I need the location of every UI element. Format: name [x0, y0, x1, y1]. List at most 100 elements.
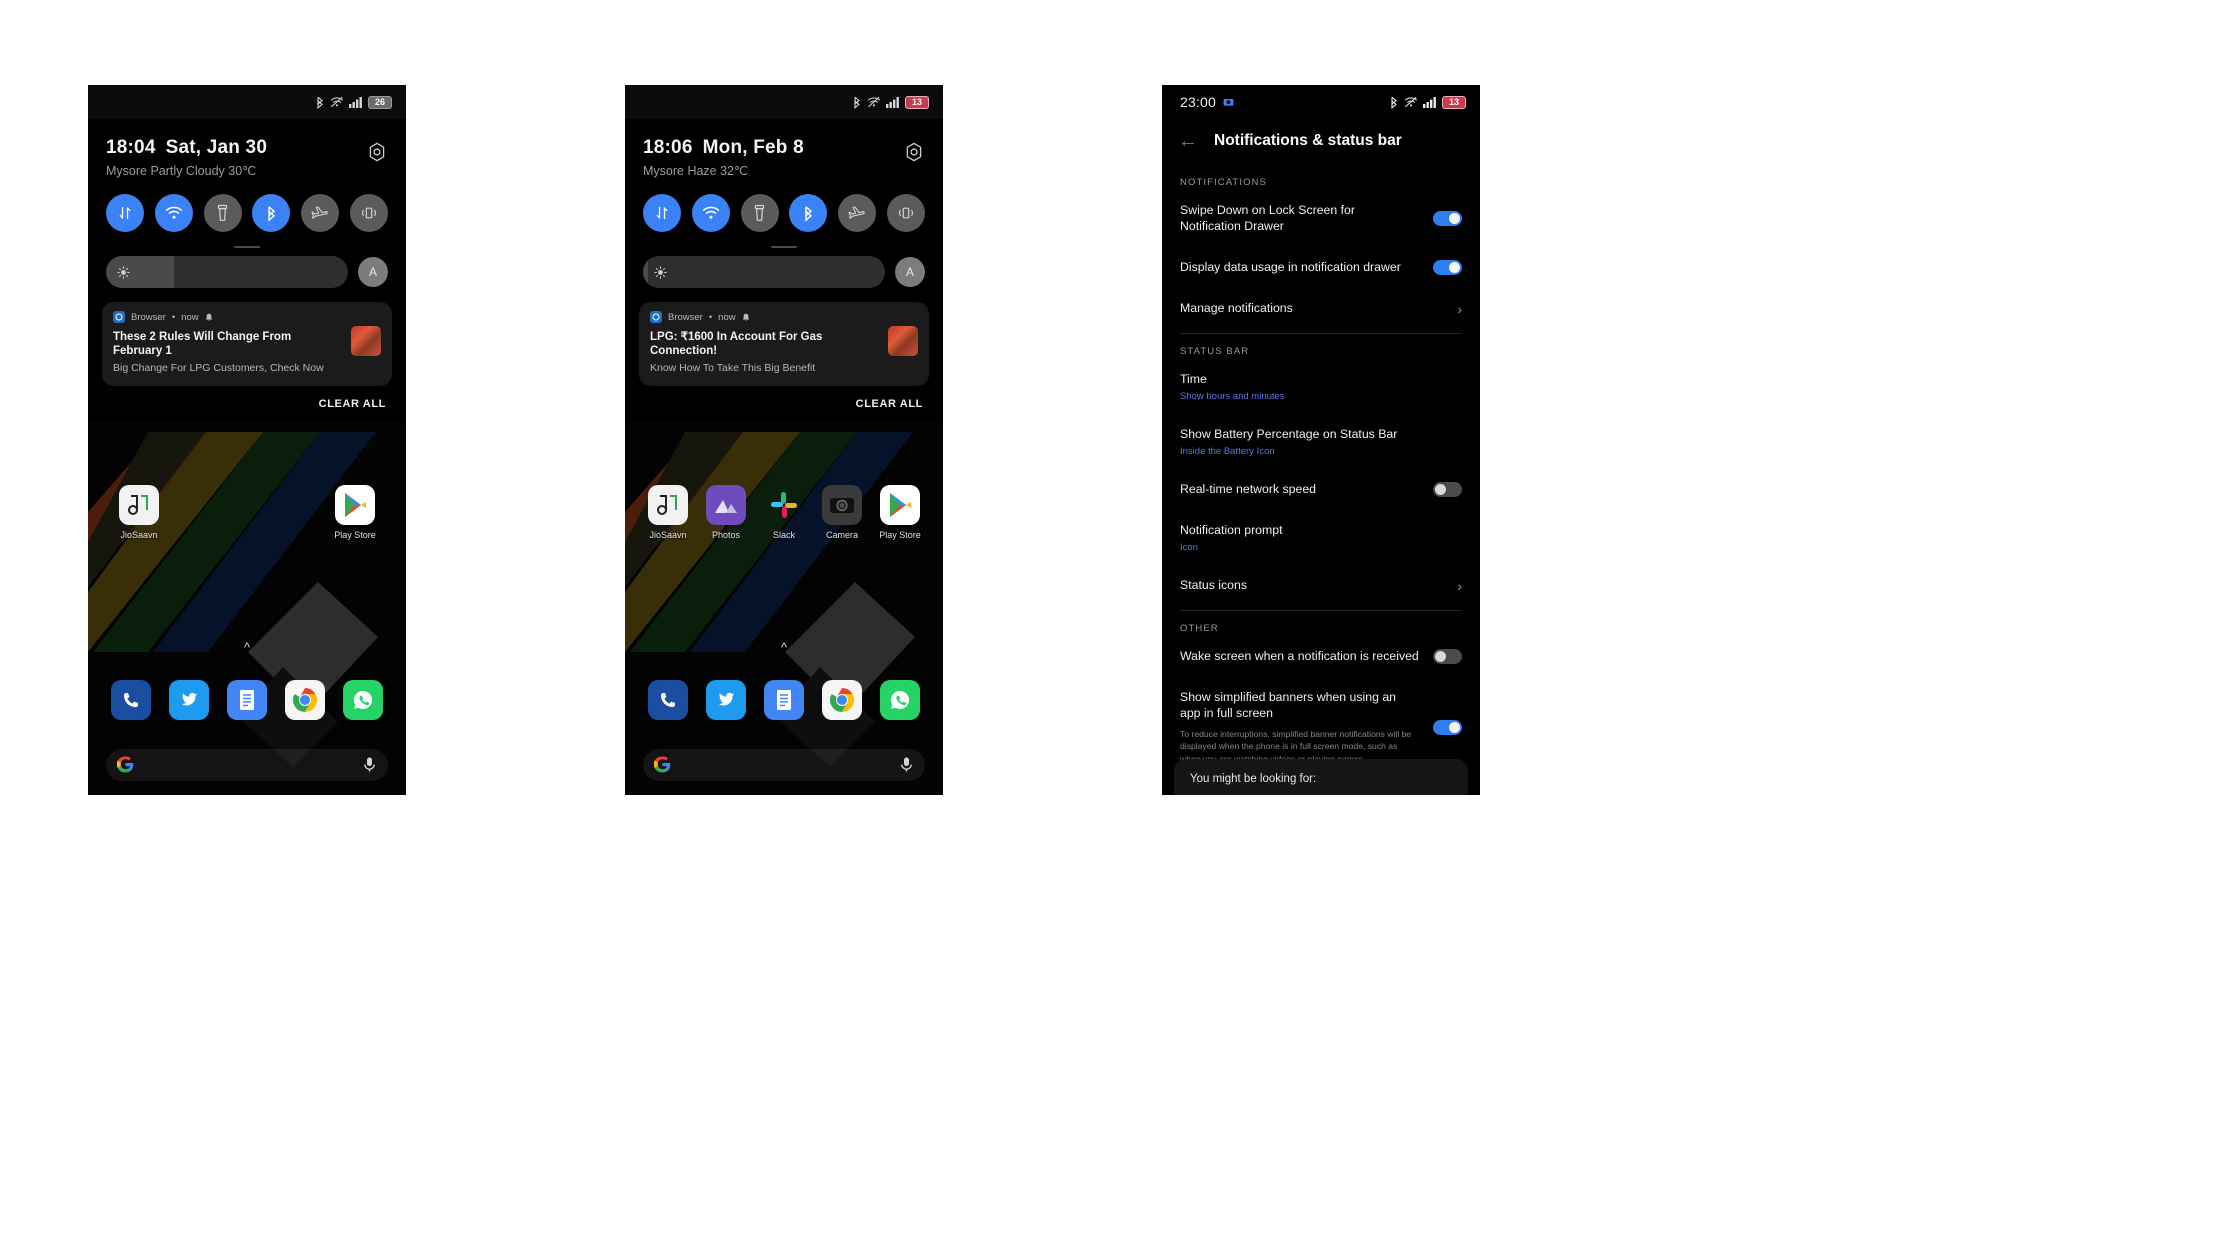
- brightness-slider-1[interactable]: [106, 256, 348, 288]
- realtime-network-speed-toggle[interactable]: [1433, 482, 1462, 498]
- dock-app-docs[interactable]: [218, 679, 276, 720]
- bluetooth-icon: [805, 205, 812, 222]
- notification-prompt-row[interactable]: Notification prompt Icon: [1180, 510, 1462, 565]
- battery-badge: 26: [368, 95, 392, 109]
- wifi-tile[interactable]: [691, 194, 730, 232]
- auto-brightness-button-1[interactable]: A: [358, 257, 388, 287]
- flashlight-tile[interactable]: [740, 194, 779, 232]
- swipe-down-lock-screen-toggle[interactable]: [1433, 211, 1462, 227]
- time-row[interactable]: Time Show hours and minutes: [1180, 359, 1462, 414]
- phone-screenshot-2: 13 18:06 Mon, Feb 8 Mysore Haze 32℃ A Br…: [625, 85, 943, 795]
- notification-time-2: now: [718, 311, 736, 323]
- google-search-bar-1[interactable]: [106, 748, 388, 781]
- status-icons-row[interactable]: Status icons ›: [1180, 565, 1462, 606]
- simplified-banners-toggle[interactable]: [1433, 720, 1462, 735]
- notification-bell-icon: [742, 313, 749, 321]
- google-g-icon: [117, 756, 134, 773]
- mobile-data-tile[interactable]: [643, 194, 681, 232]
- flashlight-tile[interactable]: [203, 194, 242, 232]
- clear-all-button-2[interactable]: CLEAR ALL: [625, 386, 943, 422]
- vibrate-tile[interactable]: [349, 194, 388, 232]
- row-text: Display data usage in notification drawe…: [1180, 260, 1419, 276]
- clear-all-button-1[interactable]: CLEAR ALL: [88, 386, 406, 422]
- display-data-usage-row[interactable]: Display data usage in notification drawe…: [1180, 247, 1462, 288]
- airplane-icon: [311, 206, 328, 219]
- app-play-store[interactable]: Play Store: [871, 484, 929, 540]
- bluetooth-icon: [268, 205, 275, 222]
- dock-app-phone[interactable]: [102, 679, 160, 720]
- app-label: JioSaavn: [649, 529, 687, 540]
- qs-header-1: 18:04 Sat, Jan 30 Mysore Partly Cloudy 30…: [88, 119, 406, 178]
- notification-card-2[interactable]: Browser • now LPG: ₹1600 In Account For …: [639, 302, 929, 386]
- row-title: Status icons: [1180, 577, 1247, 592]
- microphone-icon[interactable]: [362, 756, 377, 773]
- auto-brightness-button-2[interactable]: A: [895, 257, 925, 287]
- dock-app-phone[interactable]: [639, 679, 697, 720]
- qs-weather-1: Mysore Partly Cloudy 30℃: [106, 164, 257, 178]
- qs-tiles-2: [625, 178, 943, 232]
- bluetooth-tile[interactable]: [789, 194, 828, 232]
- notification-card-1[interactable]: Browser • now These 2 Rules Will Change …: [102, 302, 392, 386]
- dock-app-whatsapp[interactable]: [334, 679, 392, 720]
- app-drawer-chevron-icon-1[interactable]: ^: [244, 640, 250, 655]
- airplane-mode-tile[interactable]: [838, 194, 877, 232]
- row-text: Real-time network speed: [1180, 482, 1419, 498]
- suggestions-card[interactable]: You might be looking for:: [1174, 759, 1468, 795]
- jiosaavn-icon: [648, 484, 688, 525]
- realtime-network-speed-row[interactable]: Real-time network speed: [1180, 469, 1462, 510]
- dock-app-whatsapp[interactable]: [871, 679, 929, 720]
- brightness-row-2: A: [625, 248, 943, 288]
- app-photos[interactable]: Photos: [697, 484, 755, 540]
- battery-percentage-row[interactable]: Show Battery Percentage on Status Bar In…: [1180, 414, 1462, 469]
- qs-clock-2: 18:06 Mon, Feb 8: [643, 137, 925, 159]
- wifi-tile[interactable]: [154, 194, 193, 232]
- notification-subtitle-2: Know How To Take This Big Benefit: [650, 361, 816, 374]
- wallpaper-2: [625, 421, 943, 795]
- app-play-store[interactable]: Play Store: [326, 484, 384, 540]
- wake-screen-toggle[interactable]: [1433, 649, 1462, 665]
- microphone-icon[interactable]: [899, 756, 914, 773]
- app-drawer-chevron-icon-2[interactable]: ^: [781, 640, 787, 655]
- dock-app-twitter[interactable]: [697, 679, 755, 720]
- app-jiosaavn[interactable]: JioSaavn: [110, 484, 168, 540]
- dock-app-chrome[interactable]: [813, 679, 871, 720]
- mobile-data-tile[interactable]: [106, 194, 144, 232]
- qs-date-value: Mon, Feb 8: [702, 137, 804, 158]
- app-camera[interactable]: Camera: [813, 484, 871, 540]
- settings-list[interactable]: NOTIFICATIONS Swipe Down on Lock Screen …: [1162, 165, 1480, 795]
- app-slack[interactable]: Slack: [755, 485, 813, 540]
- dock-app-docs[interactable]: [755, 679, 813, 720]
- dock-app-twitter[interactable]: [160, 679, 218, 720]
- qs-header-2: 18:06 Mon, Feb 8 Mysore Haze 32℃: [625, 119, 943, 178]
- battery-badge: 13: [905, 95, 929, 109]
- row-text: Notification prompt Icon: [1180, 523, 1462, 553]
- google-g-icon: [654, 756, 671, 773]
- suggestions-card-title: You might be looking for:: [1190, 773, 1317, 785]
- back-arrow-icon[interactable]: ←: [1178, 131, 1198, 151]
- notification-thumbnail-1: [351, 326, 381, 356]
- wake-screen-row[interactable]: Wake screen when a notification is recei…: [1180, 636, 1462, 677]
- wifi-icon: [165, 206, 183, 219]
- swipe-down-lock-screen-row[interactable]: Swipe Down on Lock Screen for Notificati…: [1180, 190, 1462, 247]
- brightness-slider-2[interactable]: [643, 256, 885, 288]
- google-search-bar-2[interactable]: [643, 748, 925, 781]
- group-label-notifications: NOTIFICATIONS: [1180, 177, 1267, 188]
- vibrate-icon: [898, 207, 914, 219]
- qs-tiles-1: [88, 178, 406, 232]
- gear-icon[interactable]: [366, 141, 388, 163]
- dock-app-chrome[interactable]: [276, 679, 334, 720]
- quick-settings-panel-2: 18:06 Mon, Feb 8 Mysore Haze 32℃ A Brows…: [625, 119, 943, 422]
- vibrate-tile[interactable]: [886, 194, 925, 232]
- dock-1: [88, 679, 406, 720]
- notification-app-name-2: Browser: [668, 311, 703, 323]
- chevron-right-icon: ›: [1457, 577, 1462, 594]
- airplane-mode-tile[interactable]: [301, 194, 340, 232]
- gear-icon[interactable]: [903, 141, 925, 163]
- app-jiosaavn[interactable]: JioSaavn: [639, 484, 697, 540]
- bluetooth-tile[interactable]: [252, 194, 291, 232]
- manage-notifications-row[interactable]: Manage notifications ›: [1180, 288, 1462, 329]
- app-label: Play Store: [879, 529, 921, 540]
- play-store-icon: [335, 484, 375, 525]
- slack-icon: [764, 485, 804, 525]
- display-data-usage-toggle[interactable]: [1433, 260, 1462, 276]
